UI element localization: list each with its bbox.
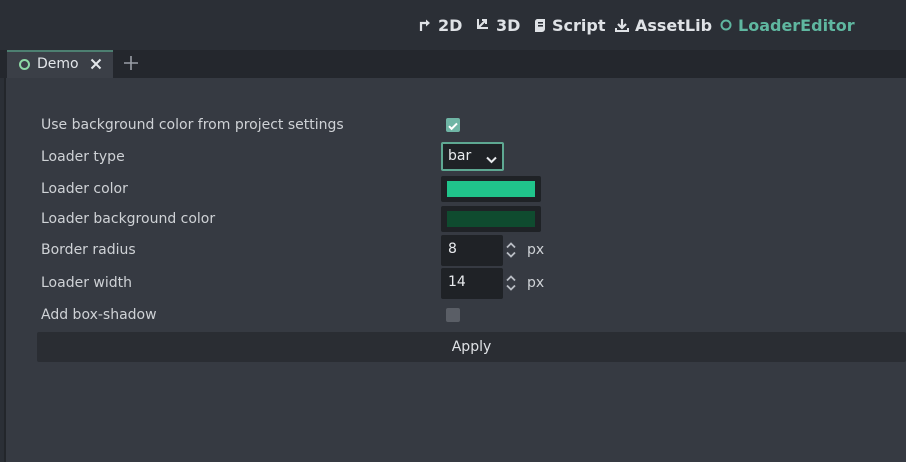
border-radius-spinbox[interactable]: 8 [441, 235, 503, 266]
border-radius-unit: px [527, 242, 545, 258]
loader-type-label: Loader type [41, 149, 125, 165]
tab-demo[interactable]: Demo [7, 50, 113, 78]
loader-bg-color-picker[interactable] [441, 206, 541, 232]
loader-type-select[interactable]: bar [441, 142, 504, 171]
scene-circle-icon [19, 59, 30, 70]
2d-arrow-icon [418, 18, 432, 32]
apply-button[interactable]: Apply [37, 332, 906, 362]
add-tab-icon[interactable] [123, 55, 139, 71]
loader-width-spinbox[interactable]: 14 [441, 268, 503, 299]
workspace-2d-button[interactable]: 2D [418, 0, 462, 50]
loader-width-value: 14 [448, 274, 466, 290]
script-icon [534, 18, 546, 33]
box-shadow-label: Add box-shadow [41, 307, 157, 323]
checkmark-icon [448, 122, 458, 131]
workspace-script-button[interactable]: Script [534, 0, 605, 50]
download-icon [615, 18, 629, 32]
loader-bg-color-label: Loader background color [41, 211, 216, 227]
workspace-assetlib-label: AssetLib [635, 15, 713, 35]
loader-color-label: Loader color [41, 181, 128, 197]
workspace-3d-label: 3D [496, 15, 521, 35]
loader-color-swatch [447, 181, 535, 197]
editor-window: 2D 3D Script AssetLib LoaderEditor Demo … [0, 0, 906, 462]
border-radius-label: Border radius [41, 242, 136, 258]
border-radius-stepper-icon[interactable] [505, 241, 517, 259]
loader-width-stepper-icon[interactable] [505, 274, 517, 292]
3d-axis-icon [476, 18, 490, 32]
workspace-3d-button[interactable]: 3D [476, 0, 520, 50]
box-shadow-checkbox[interactable] [446, 308, 460, 322]
loader-bg-color-swatch [447, 211, 535, 227]
close-icon[interactable] [89, 56, 103, 70]
tab-demo-label: Demo [37, 56, 79, 72]
workspace-2d-label: 2D [438, 15, 463, 35]
workspace-bar: 2D 3D Script AssetLib LoaderEditor [0, 0, 906, 50]
loader-color-picker[interactable] [441, 176, 541, 202]
loader-width-unit: px [527, 275, 545, 291]
loader-width-label: Loader width [41, 275, 132, 291]
workspace-script-label: Script [552, 15, 606, 35]
loader-circle-icon [720, 19, 732, 31]
workspace-loadereditor-label: LoaderEditor [738, 15, 855, 35]
workspace-assetlib-button[interactable]: AssetLib [615, 0, 712, 50]
workspace-loadereditor-button[interactable]: LoaderEditor [720, 0, 855, 50]
chevron-down-icon [486, 152, 497, 168]
loader-type-value: bar [448, 148, 472, 164]
apply-label: Apply [451, 339, 492, 355]
use-bg-checkbox[interactable] [446, 118, 460, 132]
border-radius-value: 8 [448, 241, 457, 257]
use-bg-label: Use background color from project settin… [41, 117, 344, 133]
